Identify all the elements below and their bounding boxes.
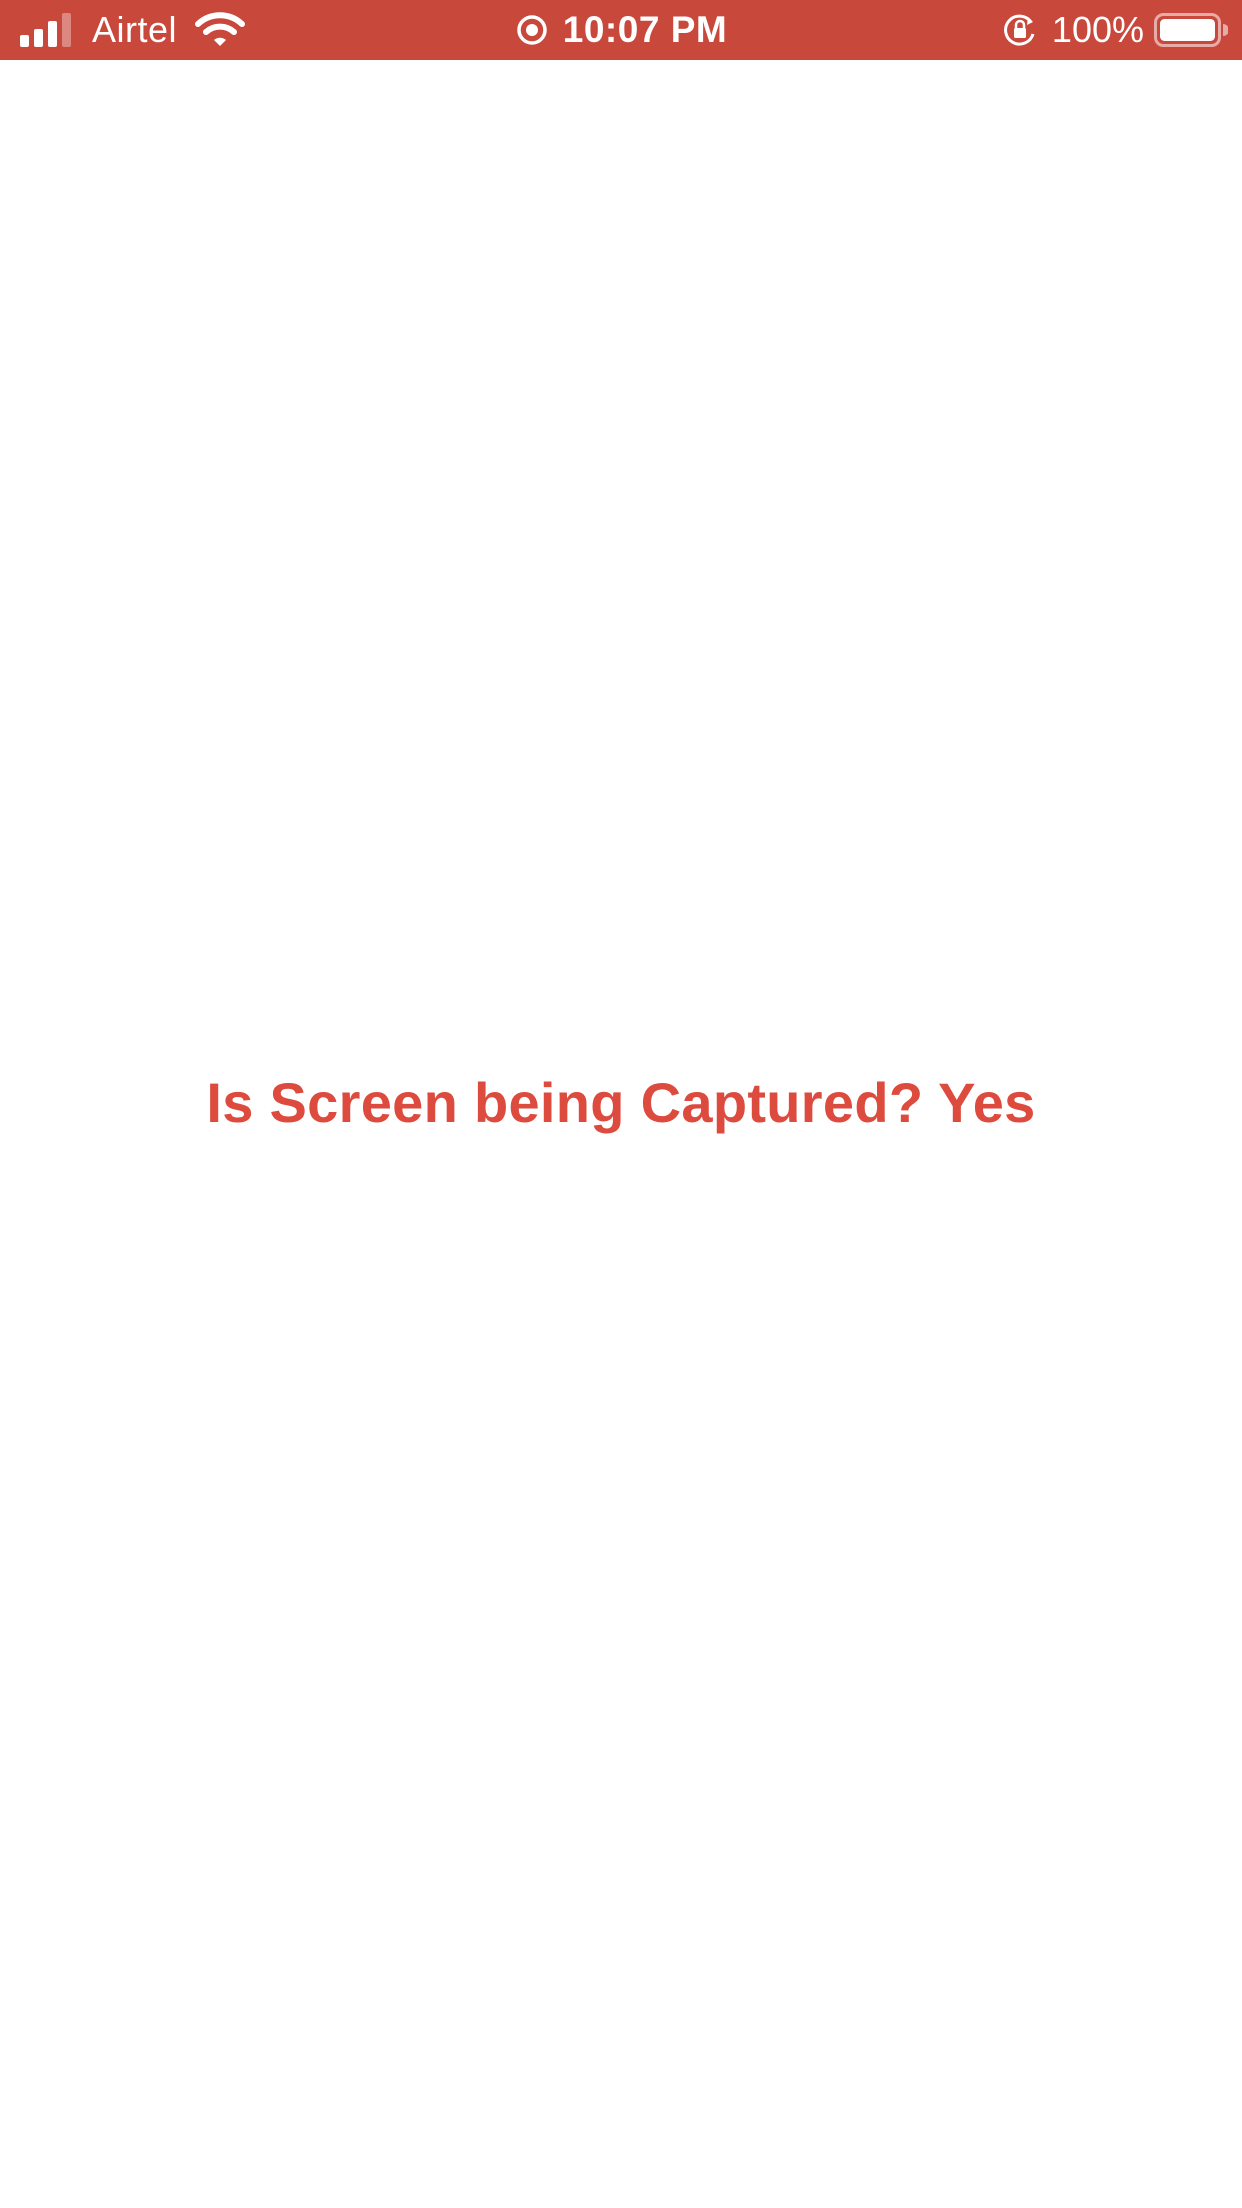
screen-recording-icon — [517, 15, 547, 45]
status-bar: Airtel 10:07 PM 100% — [0, 0, 1242, 60]
status-bar-right: 100% — [1002, 0, 1228, 60]
status-bar-left: Airtel — [20, 0, 246, 60]
capture-status-label: Is Screen being Captured? Yes — [206, 1071, 1036, 1134]
battery-icon — [1154, 13, 1228, 47]
wifi-icon — [195, 12, 246, 46]
status-time: 10:07 PM — [562, 9, 728, 50]
battery-percentage: 100% — [1051, 9, 1144, 50]
app-screen: Airtel 10:07 PM 100% Is Screen being Cap… — [0, 0, 1242, 2208]
orientation-lock-icon — [1004, 14, 1035, 46]
carrier-name: Airtel — [92, 9, 178, 50]
cellular-signal-icon — [20, 13, 76, 47]
